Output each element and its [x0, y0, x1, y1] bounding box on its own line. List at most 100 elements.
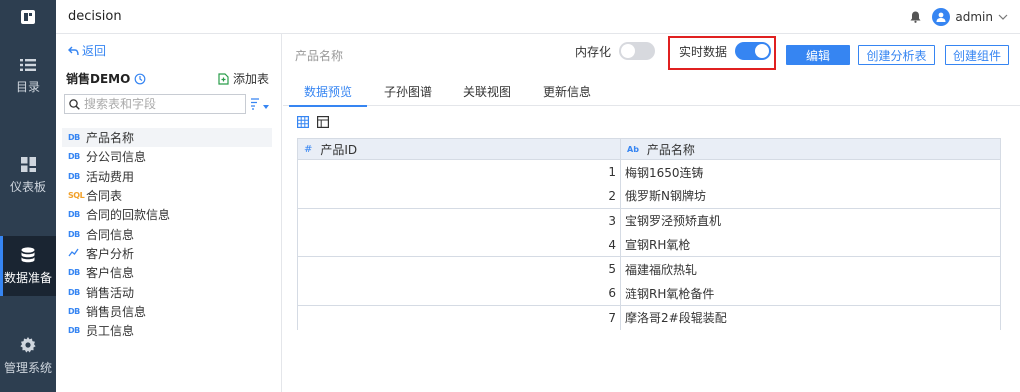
memory-toggle[interactable]	[619, 42, 656, 60]
list-icon	[20, 58, 36, 71]
search-box[interactable]	[64, 94, 246, 114]
table-item[interactable]: DB 客户信息	[62, 263, 272, 282]
search-icon	[69, 98, 80, 110]
table-row: 2 俄罗斯N钢牌坊	[297, 184, 1001, 209]
name-cell: 摩洛哥2#段辊装配	[625, 311, 727, 326]
package-title: 销售DEMO	[66, 70, 146, 87]
name-cell: 涟钢RH氧枪备件	[625, 286, 715, 301]
table-view-icon[interactable]	[317, 116, 329, 128]
table-item[interactable]: DB 销售活动	[62, 282, 272, 301]
toggle-knob	[755, 44, 770, 58]
column-header[interactable]: Ab 产品名称	[621, 139, 1000, 159]
app-logo[interactable]	[0, 0, 56, 34]
data-table: # 产品ID Ab 产品名称 1 梅钢1650连铸 2 俄罗斯N钢牌坊 3 宝钢罗泾预…	[297, 138, 1001, 331]
table-item-label: 客户信息	[86, 266, 135, 281]
table-row: 5 福建福欣热轧	[297, 257, 1001, 282]
search-input[interactable]	[84, 97, 234, 111]
back-arrow-icon	[68, 46, 79, 55]
nav-label: 仪表板	[9, 180, 46, 194]
toggle-knob	[621, 44, 636, 58]
id-cell: 1	[298, 160, 621, 185]
name-cell: 宝钢罗泾预矫直机	[625, 214, 722, 229]
main-content: 产品名称 内存化 实时数据 编辑 创建分析表 创建组件 数据预览 子孙图谱 关联…	[283, 34, 1020, 392]
table-item-label: 产品名称	[86, 131, 135, 146]
analysis-icon	[68, 248, 80, 259]
db-icon: DB	[68, 171, 80, 181]
tab-data-preview[interactable]: 数据预览	[289, 76, 367, 107]
table-row: 1 梅钢1650连铸	[297, 160, 1001, 185]
table-item[interactable]: DB 合同信息	[62, 224, 272, 243]
db-icon: DB	[68, 210, 80, 220]
add-table-icon	[218, 72, 229, 85]
nav-item-admin[interactable]: 管理系统	[0, 326, 56, 386]
grid-view-icon[interactable]	[297, 116, 309, 128]
add-table-button[interactable]: 添加表	[218, 70, 269, 87]
view-switcher	[297, 116, 329, 128]
table-item-label: 员工信息	[86, 324, 135, 339]
db-icon: DB	[68, 306, 80, 316]
db-icon: DB	[68, 268, 80, 278]
app-name: decision	[68, 9, 122, 24]
table-item[interactable]: DB 分公司信息	[62, 147, 272, 166]
id-cell: 3	[298, 208, 621, 233]
nav-item-dashboard[interactable]: 仪表板	[0, 146, 56, 206]
db-icon: DB	[68, 326, 80, 336]
bell-icon[interactable]	[908, 10, 922, 24]
gear-icon	[20, 336, 36, 352]
table-list-panel: 返回 销售DEMO 添加表 DB产品名称 DB分公司信息 DB活动费用 SQL合…	[56, 34, 282, 392]
name-cell: 俄罗斯N钢牌坊	[625, 189, 706, 204]
realtime-toggle[interactable]	[735, 42, 772, 60]
table-item-label: 销售员信息	[86, 304, 147, 319]
top-bar: decision admin	[0, 0, 1020, 34]
table-item[interactable]: SQL 合同表	[62, 186, 272, 205]
user-menu[interactable]: admin	[932, 8, 1008, 26]
back-label: 返回	[82, 44, 107, 58]
back-link[interactable]: 返回	[68, 42, 106, 59]
table-row: 4 宣钢RH氧枪	[297, 232, 1001, 258]
table-item[interactable]: DB 活动费用	[62, 167, 272, 186]
table-item[interactable]: 客户分析	[62, 244, 272, 263]
create-analysis-button[interactable]: 创建分析表	[858, 45, 935, 65]
nav-label: 管理系统	[3, 360, 52, 375]
refresh-icon[interactable]	[134, 73, 146, 85]
nav-item-data-prep[interactable]: 数据准备	[0, 236, 56, 296]
realtime-label: 实时数据	[679, 44, 728, 59]
table-row: 7 摩洛哥2#段辊装配	[297, 305, 1001, 331]
table-item-label: 分公司信息	[86, 150, 147, 165]
nav-item-catalog[interactable]: 目录	[0, 46, 56, 106]
tab-relation-view[interactable]: 关联视图	[454, 76, 520, 106]
db-icon: DB	[68, 229, 80, 239]
id-cell: 7	[298, 305, 621, 331]
id-cell: 4	[298, 232, 621, 257]
table-header: 产品名称 内存化 实时数据 编辑 创建分析表 创建组件	[283, 34, 1020, 76]
table-item-label: 销售活动	[86, 285, 135, 300]
column-name: 产品ID	[320, 142, 358, 157]
id-cell: 5	[298, 257, 621, 282]
id-cell: 6	[298, 281, 621, 305]
chevron-down-icon	[998, 12, 1008, 23]
table-item[interactable]: DB 合同的回款信息	[62, 205, 272, 224]
table-item[interactable]: DB 销售员信息	[62, 302, 272, 321]
text-type-icon: Ab	[627, 144, 639, 154]
column-header[interactable]: # 产品ID	[298, 139, 621, 159]
table-item[interactable]: DB 产品名称	[62, 128, 272, 148]
table-header-row: # 产品ID Ab 产品名称	[297, 138, 1001, 160]
memory-toggle-group: 内存化	[575, 42, 656, 60]
table-row: 6 涟钢RH氧枪备件	[297, 281, 1001, 306]
sort-button[interactable]	[250, 96, 270, 112]
db-icon: DB	[68, 133, 80, 143]
memory-label: 内存化	[575, 44, 612, 59]
table-item-label: 合同信息	[86, 227, 135, 242]
realtime-toggle-group: 实时数据	[679, 42, 772, 60]
tab-update-info[interactable]: 更新信息	[534, 76, 600, 106]
column-name: 产品名称	[646, 142, 695, 157]
nav-label: 数据准备	[3, 270, 52, 285]
tab-lineage[interactable]: 子孙图谱	[375, 76, 441, 106]
edit-button[interactable]: 编辑	[786, 45, 850, 65]
tab-bar: 数据预览 子孙图谱 关联视图 更新信息	[283, 76, 1020, 107]
logo-icon	[21, 9, 35, 24]
create-component-button[interactable]: 创建组件	[945, 45, 1009, 65]
table-item[interactable]: DB 员工信息	[62, 321, 272, 340]
dashboard-icon	[20, 157, 36, 172]
table-tree: DB 产品名称 DB 分公司信息 DB 活动费用 SQL 合同表 DB 合同的回款信息 D…	[62, 128, 272, 340]
